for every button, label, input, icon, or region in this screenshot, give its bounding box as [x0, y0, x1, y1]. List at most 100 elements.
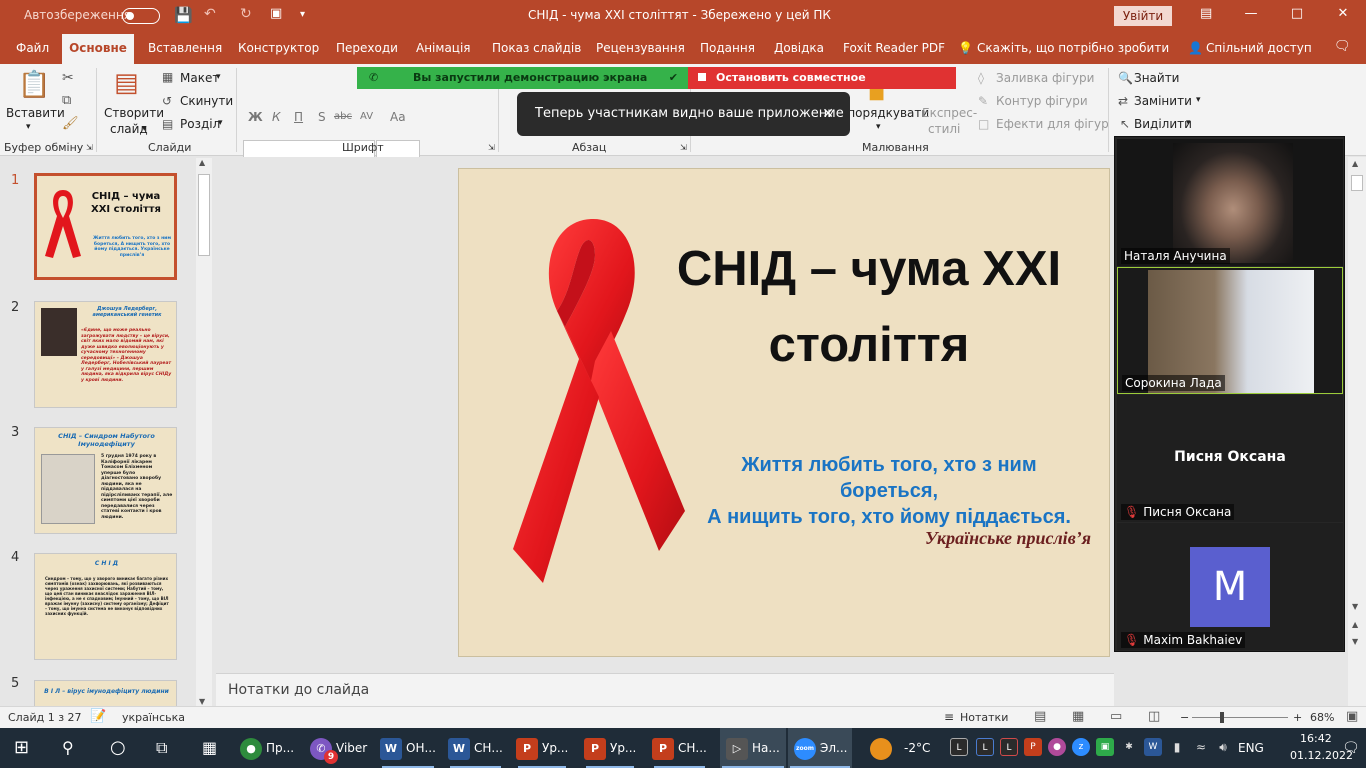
previous-slide-icon[interactable]: ▲: [1352, 620, 1358, 629]
green-tray-icon[interactable]: ▣: [1096, 738, 1114, 756]
slide-sorter-icon[interactable]: ▦: [1072, 709, 1084, 724]
tab-view[interactable]: Подання: [700, 41, 755, 55]
zoom-slider[interactable]: [1192, 717, 1288, 718]
ribbon-display-icon[interactable]: ▤: [1200, 6, 1212, 21]
word-tray-icon[interactable]: W: [1144, 738, 1162, 756]
tab-insert[interactable]: Вставлення: [148, 41, 222, 55]
normal-view-icon[interactable]: ▤: [1034, 709, 1046, 724]
cut-icon[interactable]: ✂: [62, 70, 74, 86]
clock-time[interactable]: 16:42: [1300, 731, 1332, 747]
zoom-in-button[interactable]: +: [1293, 711, 1302, 724]
wifi-icon[interactable]: ≈: [1192, 738, 1210, 756]
volume-icon[interactable]: 🔊︎: [1214, 738, 1232, 756]
undo-icon[interactable]: ↶: [204, 6, 216, 22]
paragraph-launcher-icon[interactable]: ⇲: [680, 143, 687, 152]
taskbar-app-media[interactable]: ▷ На...: [720, 728, 786, 768]
shape-fill-button[interactable]: Заливка фігури: [996, 71, 1094, 85]
quick-styles-button[interactable]: Експрес-: [922, 106, 977, 120]
replace-button[interactable]: Замінити: [1134, 94, 1192, 108]
taskbar-app-powerpoint[interactable]: P СН...: [652, 728, 707, 768]
tab-home[interactable]: Основне: [62, 34, 134, 64]
stop-sharing-button[interactable]: Остановить совместное использование: [688, 67, 956, 106]
lav-icon[interactable]: L: [976, 738, 994, 756]
new-slide-button[interactable]: Створити: [104, 106, 164, 120]
taskbar-app-zoom[interactable]: zoom Эл...: [788, 728, 852, 768]
calculator-icon[interactable]: ▦: [202, 728, 217, 768]
zoom-slider-thumb[interactable]: [1220, 712, 1224, 723]
shape-outline-button[interactable]: Контур фігури: [996, 94, 1088, 108]
new-slide-icon[interactable]: ▤: [114, 68, 139, 98]
language-indicator[interactable]: українська: [122, 711, 185, 724]
colorpicker-tray-icon[interactable]: ●: [1048, 738, 1066, 756]
redo-icon[interactable]: ↻: [240, 6, 252, 22]
strikethrough-button[interactable]: abc: [334, 111, 352, 122]
slide-thumbnail-2[interactable]: Джошуа Ледерберг, американський генетик …: [34, 301, 177, 408]
reading-view-icon[interactable]: ▭: [1110, 709, 1122, 724]
tab-file[interactable]: Файл: [16, 41, 49, 55]
next-slide-icon[interactable]: ▼: [1352, 637, 1358, 646]
underline-button[interactable]: П: [294, 110, 303, 124]
slide-thumbnail-3[interactable]: СНІД – Синдром Набутого Імунодефіциту 5 …: [34, 427, 177, 534]
taskbar-app-powerpoint[interactable]: P Ур...: [516, 728, 568, 768]
tab-animation[interactable]: Анімація: [416, 41, 471, 55]
windows-start-icon[interactable]: ⊞: [14, 728, 29, 768]
sign-in-button[interactable]: Увійти: [1114, 6, 1172, 26]
cortana-icon[interactable]: ○: [110, 728, 126, 768]
fit-to-window-icon[interactable]: ▣: [1346, 709, 1358, 724]
copy-icon[interactable]: ⧉: [62, 93, 71, 108]
zoom-tray-icon[interactable]: z: [1072, 738, 1090, 756]
slide-thumbnail-1[interactable]: СНІД – чума ХХІ століття Життя любить то…: [34, 173, 177, 280]
scroll-down-icon[interactable]: ▼: [1352, 602, 1358, 611]
tell-me-search[interactable]: Скажіть, що потрібно зробити: [977, 41, 1169, 55]
scroll-up-icon[interactable]: ▲: [1352, 159, 1358, 168]
participant-tile[interactable]: Писня Оксана 🎙︎ Писня Оксана: [1117, 395, 1343, 522]
tab-help[interactable]: Довідка: [774, 41, 824, 55]
participant-tile[interactable]: M 🎙︎ Maxim Bakhaiev: [1117, 523, 1343, 650]
scrollbar-thumb[interactable]: [1351, 175, 1363, 191]
participant-tile-active[interactable]: Сорокина Лада: [1117, 267, 1343, 394]
new-slide-dropdown-icon[interactable]: ▾: [142, 124, 147, 134]
share-button[interactable]: Спільний доступ: [1206, 41, 1312, 55]
paste-button[interactable]: Вставити: [6, 106, 65, 120]
weather-widget[interactable]: -2°C: [870, 728, 930, 768]
notes-placeholder[interactable]: Нотатки до слайда: [228, 682, 369, 698]
taskbar-app-powerpoint[interactable]: P Ур...: [584, 728, 636, 768]
font-launcher-icon[interactable]: ⇲: [488, 143, 495, 152]
tab-design[interactable]: Конструктор: [238, 41, 319, 55]
input-language[interactable]: ENG: [1238, 728, 1264, 768]
paste-dropdown-icon[interactable]: ▾: [26, 122, 31, 132]
bold-button[interactable]: Ж: [248, 110, 263, 124]
italic-button[interactable]: К: [272, 110, 281, 124]
notifications-icon[interactable]: 🗨︎: [1342, 728, 1360, 768]
bluetooth-icon[interactable]: ✱: [1120, 738, 1138, 756]
save-icon[interactable]: 💾: [174, 6, 193, 24]
shadow-button[interactable]: S: [318, 110, 326, 124]
tab-transitions[interactable]: Переходи: [336, 41, 398, 55]
paste-icon[interactable]: 📋: [18, 70, 50, 100]
reset-button[interactable]: Скинути: [180, 94, 233, 108]
close-button[interactable]: ✕: [1328, 6, 1358, 21]
taskbar-app-word[interactable]: W ОН...: [380, 728, 436, 768]
scrollbar-thumb[interactable]: [198, 174, 210, 256]
format-painter-icon[interactable]: 🖌: [62, 116, 79, 131]
slideshow-view-icon[interactable]: ◫: [1148, 709, 1160, 724]
powerpoint-tray-icon[interactable]: P: [1024, 738, 1042, 756]
thumbnail-scrollbar[interactable]: ▲ ▼: [196, 158, 212, 706]
zoom-out-button[interactable]: −: [1180, 711, 1189, 724]
battery-icon[interactable]: ▮: [1168, 738, 1186, 756]
arrange-dropdown-icon[interactable]: ▾: [876, 122, 881, 132]
customize-quick-access-icon[interactable]: ▾: [300, 9, 305, 20]
search-icon[interactable]: ⚲: [62, 728, 74, 768]
select-button[interactable]: Виділити: [1134, 117, 1192, 131]
start-slideshow-icon[interactable]: ▣: [270, 6, 282, 21]
slide-thumbnail-4[interactable]: С Н І Д Синдром – тому, що у хворого вин…: [34, 553, 177, 660]
lav-icon[interactable]: L: [1000, 738, 1018, 756]
char-spacing-button[interactable]: AV: [360, 111, 373, 122]
section-button[interactable]: Розділ: [180, 117, 220, 131]
maximize-button[interactable]: □: [1282, 6, 1312, 21]
zoom-level[interactable]: 68%: [1310, 711, 1334, 724]
shape-effects-button[interactable]: Ефекти для фігур: [996, 117, 1109, 131]
notes-pane[interactable]: Нотатки до слайда: [216, 673, 1114, 706]
editor-scrollbar[interactable]: ▲ ▼ ▲ ▼: [1348, 157, 1366, 706]
toast-close-icon[interactable]: ✕: [822, 92, 834, 136]
